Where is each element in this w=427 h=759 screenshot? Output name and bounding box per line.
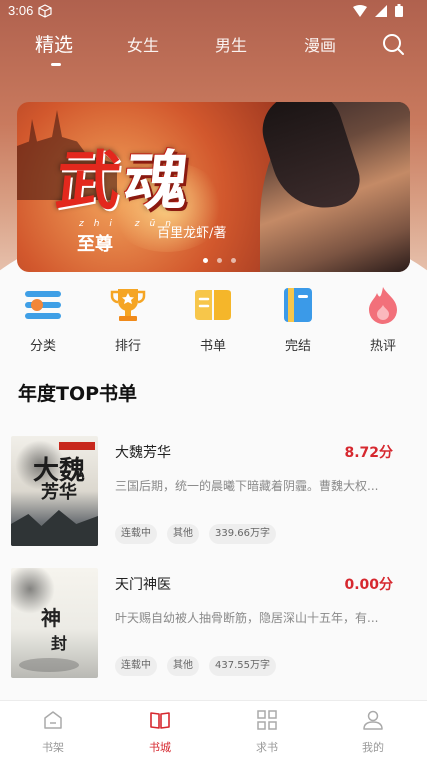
search-icon[interactable] <box>381 32 405 56</box>
status-bar: 3:06 <box>0 0 427 22</box>
cover-title-art: 封 <box>51 634 68 653</box>
bottom-nav: 书架 书城 求书 我的 <box>0 700 427 759</box>
book-tags: 连载中 其他 339.66万字 <box>115 524 276 544</box>
bookstore-icon <box>150 712 170 729</box>
book-title: 天门神医 <box>115 577 171 593</box>
cube-icon <box>38 4 52 18</box>
bottom-nav-request[interactable]: 求书 <box>227 709 307 755</box>
promo-banner[interactable]: 武魂 zhi zūn 至尊 百里龙虾/著 <box>17 102 410 272</box>
bookshelf-icon <box>44 711 62 729</box>
word-count-badge: 339.66万字 <box>209 524 276 544</box>
book-open-icon <box>195 290 231 320</box>
bottom-nav-bookshelf[interactable]: 书架 <box>13 709 93 755</box>
genre-badge: 其他 <box>167 524 199 544</box>
bottom-nav-bookstore[interactable]: 书城 <box>120 709 200 755</box>
banner-title-right: 魂 <box>120 144 197 219</box>
section-title: 年度TOP书单 <box>18 383 138 405</box>
banner-title: 武魂 <box>52 130 198 222</box>
user-icon <box>363 710 383 730</box>
banner-dot[interactable] <box>203 258 208 263</box>
banner-dot[interactable] <box>231 258 236 263</box>
status-badge: 连载中 <box>115 524 157 544</box>
cover-title-art: 神 <box>41 606 61 630</box>
bottom-nav-label: 求书 <box>256 741 278 754</box>
bottom-nav-profile[interactable]: 我的 <box>333 709 413 755</box>
tab-female[interactable]: 女生 <box>127 32 159 56</box>
grid-icon <box>257 710 277 730</box>
banner-pagination <box>203 258 236 263</box>
status-badge: 连载中 <box>115 656 157 676</box>
book-item[interactable]: 神 封 天门神医 0.00分 叶天赐自幼被人抽骨断筋，隐居深山十五年，有... … <box>11 568 411 680</box>
top-nav: 精选 女生 男生 漫画 <box>0 28 427 68</box>
banner-title-left: 武 <box>52 144 129 219</box>
wifi-icon <box>353 4 367 17</box>
tab-active-indicator <box>51 63 61 66</box>
category-label: 排行 <box>114 339 141 354</box>
genre-badge: 其他 <box>167 656 199 676</box>
category-label: 热评 <box>369 339 396 354</box>
book-icon <box>284 288 312 322</box>
list-icon <box>25 291 61 319</box>
book-description: 三国后期，统一的晨曦下暗藏着阴霾。曹魏大权... <box>115 479 379 493</box>
tab-comics[interactable]: 漫画 <box>304 32 336 56</box>
category-label: 完结 <box>284 339 311 354</box>
app-screen: 3:06 精选 女生 男生 漫画 武魂 zhi zūn 至尊 百里龙虾/著 分类… <box>0 0 427 759</box>
book-description: 叶天赐自幼被人抽骨断筋，隐居深山十五年，有... <box>115 611 379 625</box>
status-time: 3:06 <box>8 3 34 18</box>
cover-shadow-art <box>19 658 79 672</box>
category-hot-reviews[interactable]: 热评 <box>353 285 413 354</box>
flame-icon <box>369 287 397 324</box>
banner-dot[interactable] <box>217 258 222 263</box>
book-score: 0.00分 <box>344 577 393 593</box>
book-item[interactable]: 大魏 芳华 大魏芳华 8.72分 三国后期，统一的晨曦下暗藏着阴霾。曹魏大权..… <box>11 436 411 548</box>
banner-author: 百里龙虾/著 <box>157 226 227 241</box>
book-score: 8.72分 <box>344 445 393 461</box>
book-title: 大魏芳华 <box>115 445 171 461</box>
bottom-nav-label: 我的 <box>362 741 384 754</box>
category-label: 书单 <box>199 339 226 354</box>
cover-mountain-art <box>11 510 98 546</box>
bottom-nav-label: 书架 <box>42 741 64 754</box>
category-ranking[interactable]: 排行 <box>98 285 158 354</box>
book-tags: 连载中 其他 437.55万字 <box>115 656 276 676</box>
category-classify[interactable]: 分类 <box>13 285 73 354</box>
trophy-icon <box>110 289 146 321</box>
category-completed[interactable]: 完结 <box>268 285 328 354</box>
banner-subtitle: 至尊 <box>77 234 113 255</box>
status-indicators <box>353 4 403 17</box>
tab-male[interactable]: 男生 <box>215 32 247 56</box>
book-cover: 大魏 芳华 <box>11 436 98 546</box>
cover-title-art: 芳华 <box>41 482 77 503</box>
category-label: 分类 <box>29 339 56 354</box>
category-booklist[interactable]: 书单 <box>183 285 243 354</box>
bottom-nav-label: 书城 <box>149 741 171 754</box>
battery-icon <box>395 4 403 17</box>
cover-badge <box>59 442 95 450</box>
tab-featured[interactable]: 精选 <box>35 30 73 57</box>
word-count-badge: 437.55万字 <box>209 656 276 676</box>
category-row: 分类 排行 书单 完结 热评 <box>0 285 427 357</box>
book-cover: 神 封 <box>11 568 98 678</box>
signal-icon <box>375 4 387 17</box>
